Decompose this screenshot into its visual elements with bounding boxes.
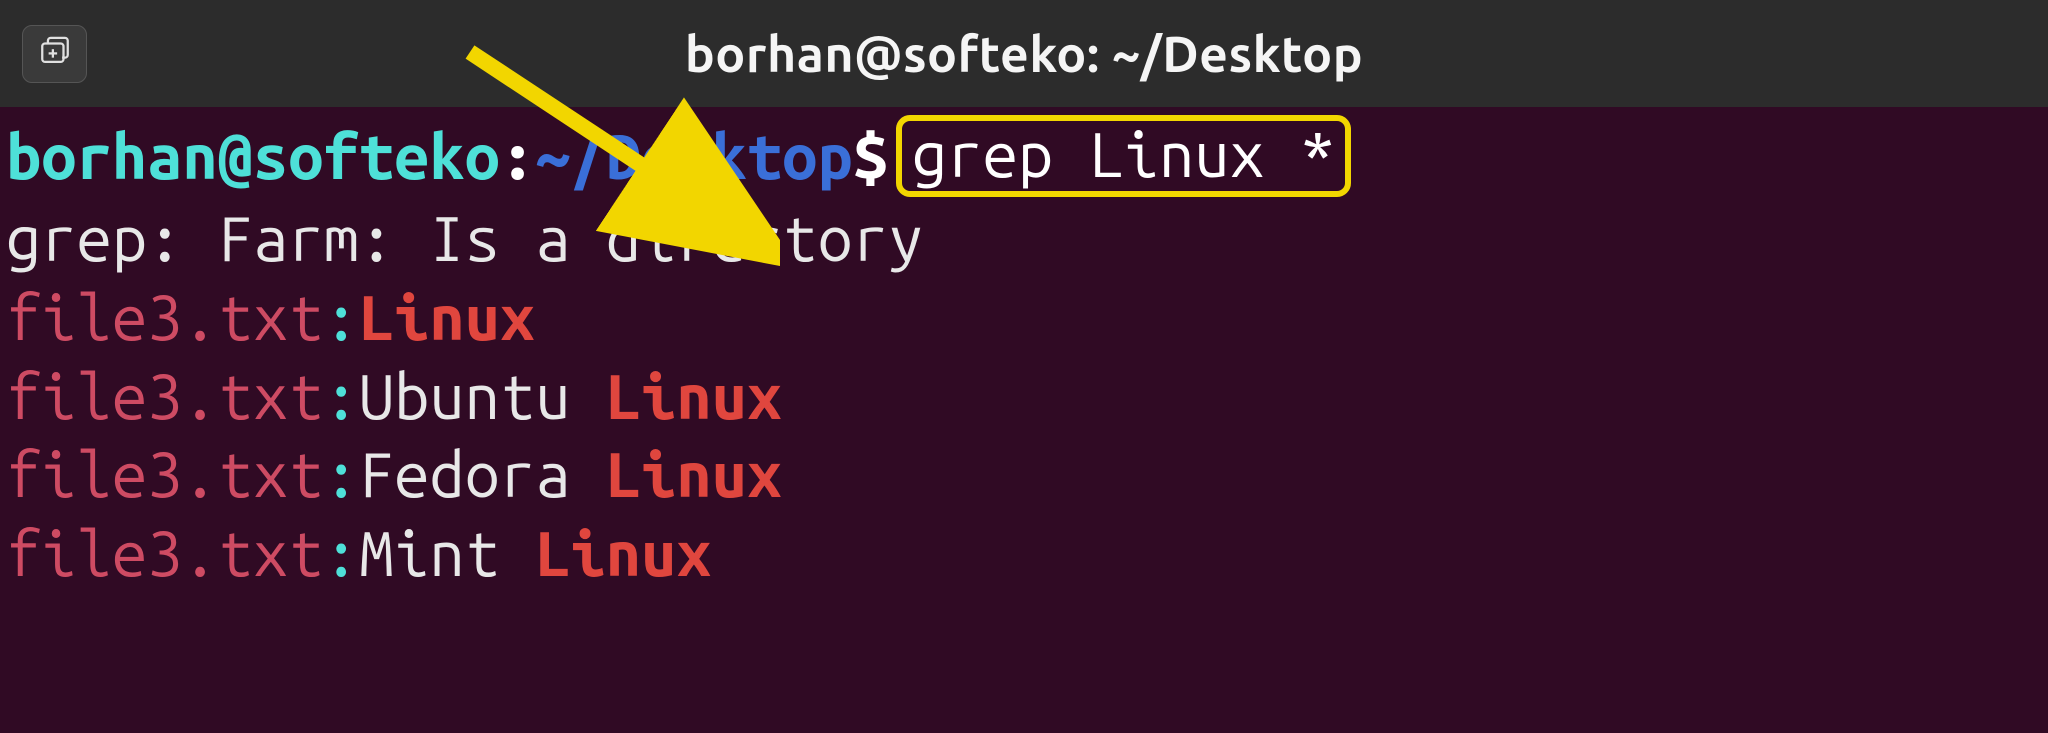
- output-colon: :: [324, 517, 359, 588]
- prompt-separator: :: [500, 120, 535, 191]
- output-match: Linux: [535, 517, 711, 588]
- title-bar: borhan@softeko: ~/Desktop: [0, 0, 2048, 107]
- prompt-symbol: $: [853, 120, 888, 191]
- new-tab-icon: [38, 35, 72, 73]
- output-warning: grep: Farm: Is a directory: [6, 202, 923, 273]
- output-filename: file3.txt: [6, 360, 324, 431]
- output-before: Fedora: [359, 438, 606, 509]
- output-match: Linux: [606, 438, 782, 509]
- prompt-path: ~/Desktop: [535, 120, 853, 191]
- output-colon: :: [324, 438, 359, 509]
- output-colon: :: [324, 360, 359, 431]
- output-match-line: file3.txt:Linux: [6, 278, 2042, 357]
- prompt-user-host: borhan@softeko: [6, 120, 500, 191]
- output-before: Ubuntu: [359, 360, 606, 431]
- output-before: Mint: [359, 517, 535, 588]
- terminal-output[interactable]: borhan@softeko:~/Desktop$grep Linux * gr…: [0, 107, 2048, 593]
- prompt-line: borhan@softeko:~/Desktop$ grep Linux *: [6, 117, 2042, 199]
- output-filename: file3.txt: [6, 438, 324, 509]
- command-highlight-box: grep Linux *: [896, 115, 1351, 197]
- output-filename: file3.txt: [6, 517, 324, 588]
- command-text: grep Linux *: [912, 118, 1335, 189]
- output-match-line: file3.txt:Fedora Linux: [6, 435, 2042, 514]
- output-warning-line: grep: Farm: Is a directory: [6, 199, 2042, 278]
- output-filename: file3.txt: [6, 281, 324, 352]
- output-match: Linux: [359, 281, 535, 352]
- output-match-line: file3.txt:Mint Linux: [6, 514, 2042, 593]
- output-match-line: file3.txt:Ubuntu Linux: [6, 357, 2042, 436]
- output-colon: :: [324, 281, 359, 352]
- window-title: borhan@softeko: ~/Desktop: [685, 26, 1363, 82]
- new-tab-button[interactable]: [22, 25, 87, 83]
- output-match: Linux: [606, 360, 782, 431]
